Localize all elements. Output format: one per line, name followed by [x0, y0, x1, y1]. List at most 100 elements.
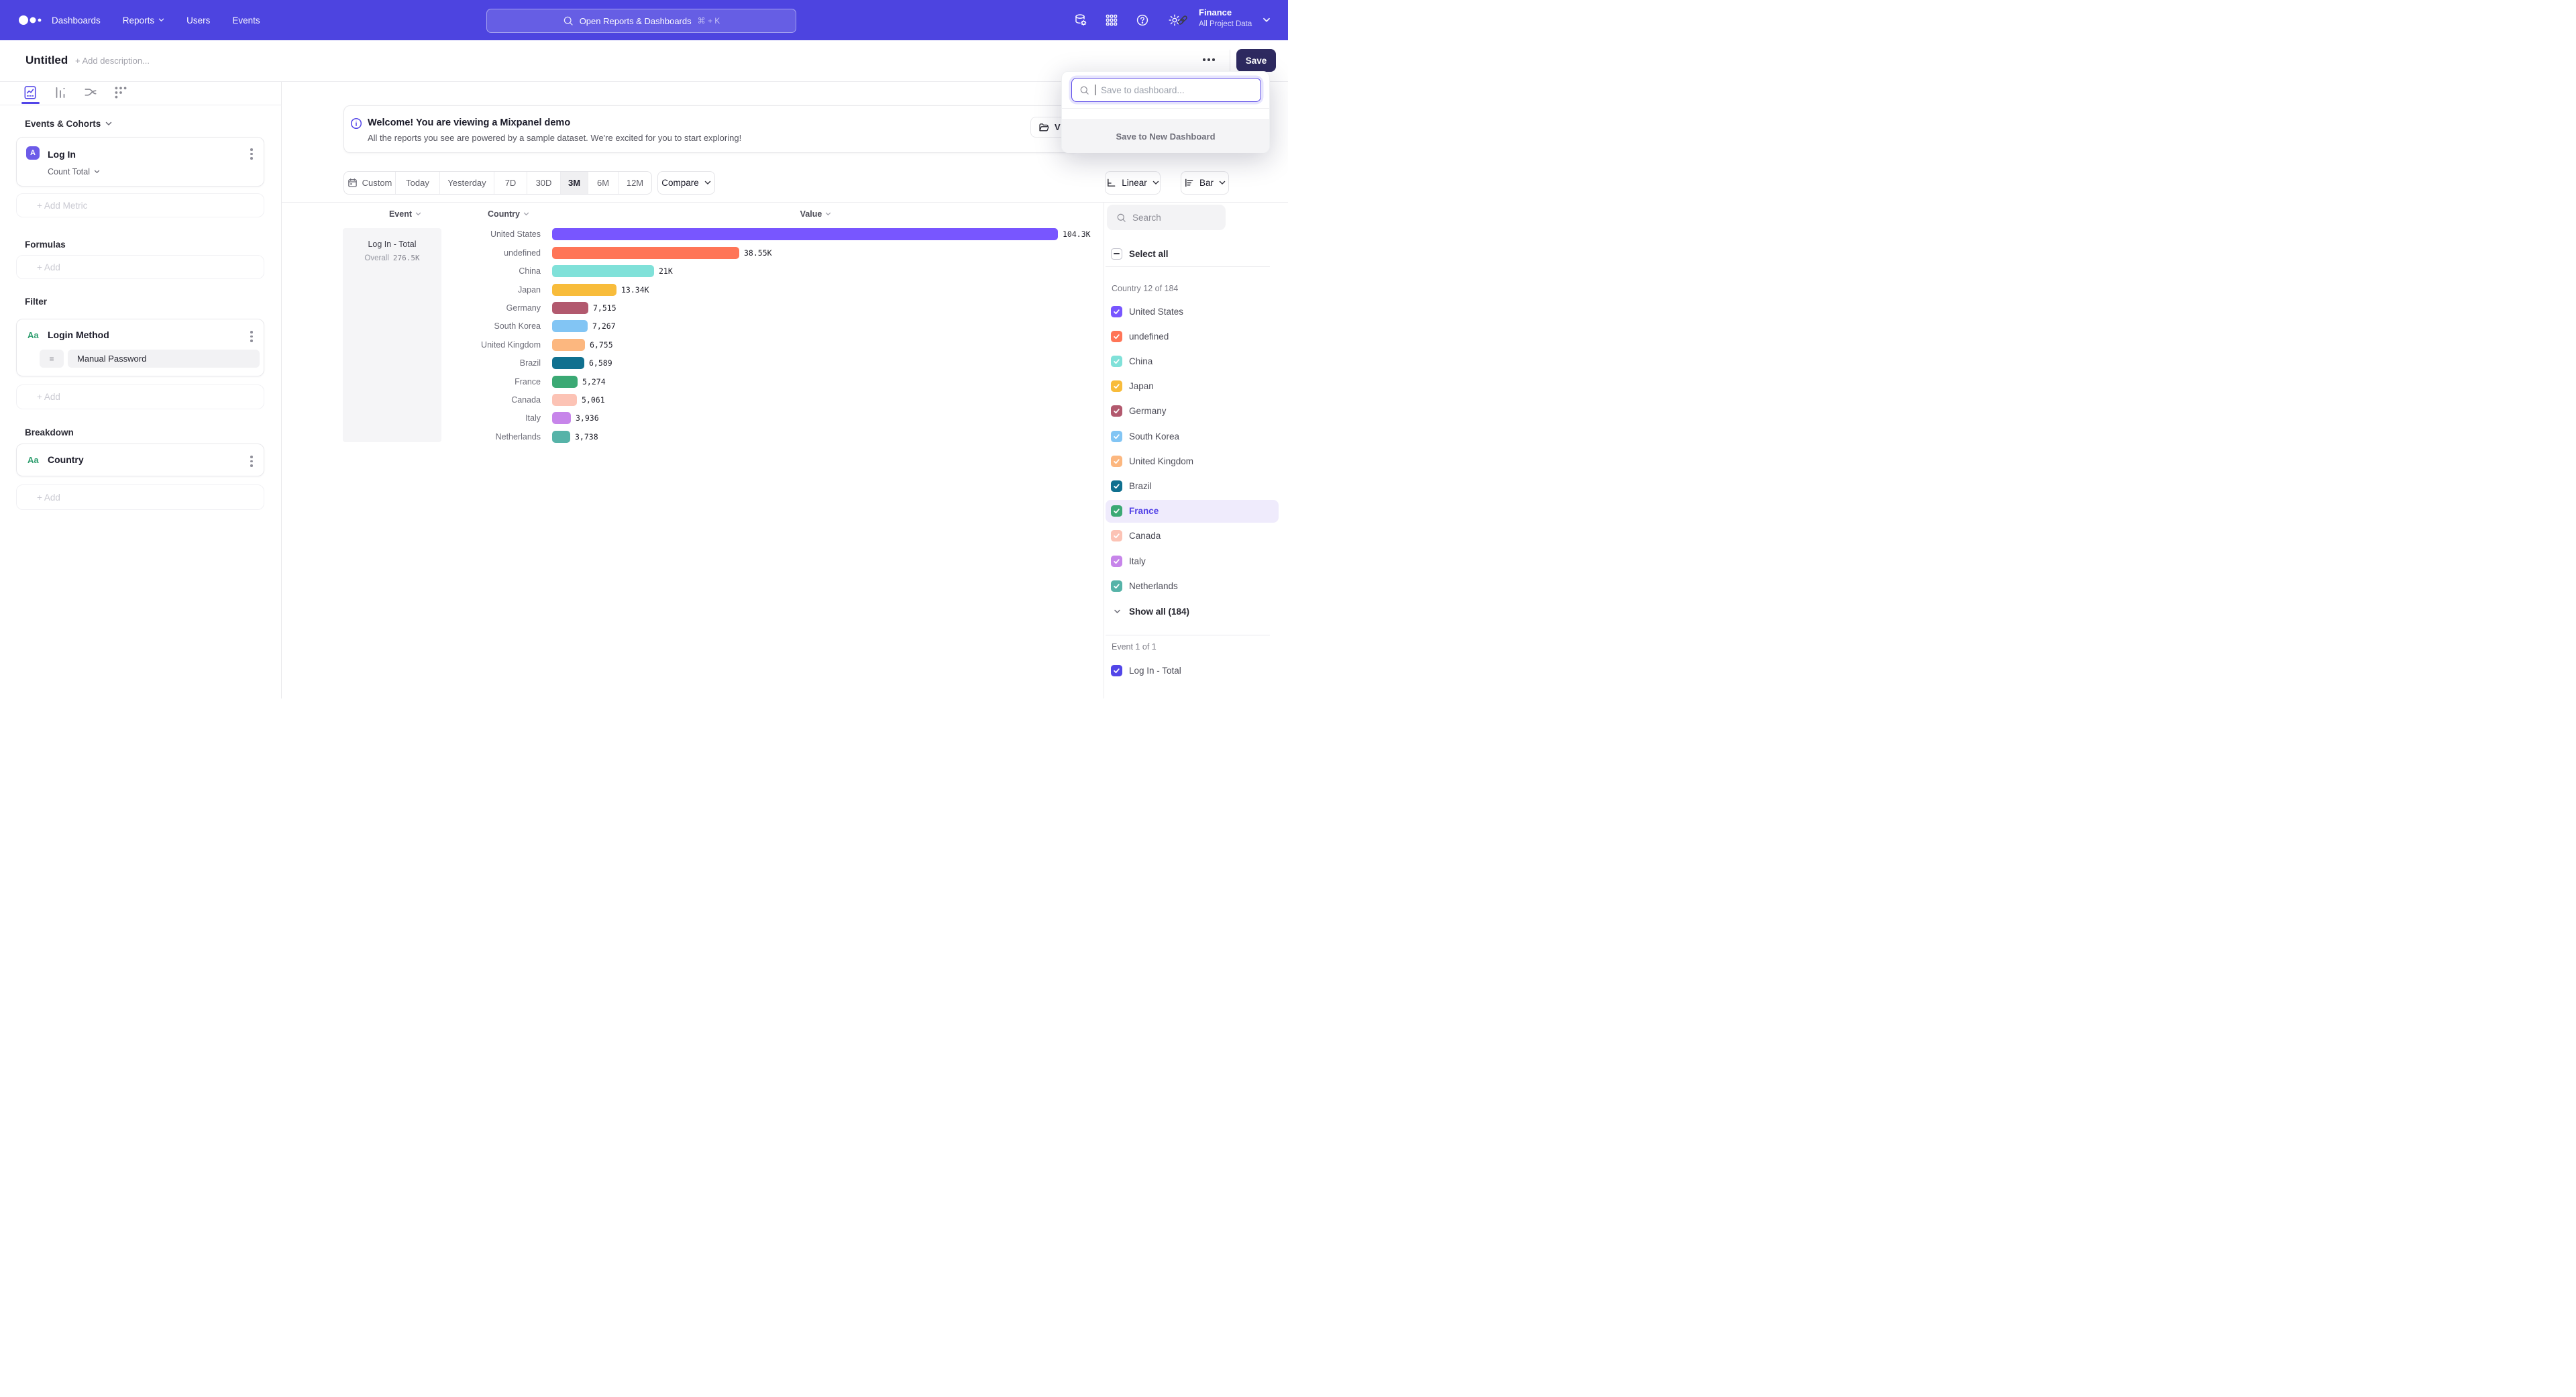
date-range-12m[interactable]: 12M — [619, 172, 651, 194]
date-range-3m[interactable]: 3M — [561, 172, 588, 194]
bar-undefined[interactable] — [552, 247, 739, 259]
country-filter-row-brazil[interactable]: Brazil — [1106, 474, 1279, 497]
country-filter-row-united-kingdom[interactable]: United Kingdom — [1106, 450, 1279, 472]
bar-south-korea[interactable] — [552, 320, 588, 332]
checkbox-checked[interactable] — [1111, 505, 1122, 517]
country-filter-row-italy[interactable]: Italy — [1106, 550, 1279, 572]
event-name[interactable]: Log In — [48, 149, 76, 160]
apps-grid-icon[interactable] — [1105, 13, 1118, 27]
date-range-yesterday[interactable]: Yesterday — [440, 172, 494, 194]
chart-row[interactable]: Japan 13.34K — [282, 280, 1104, 299]
country-filter-row-germany[interactable]: Germany — [1106, 400, 1279, 423]
checkbox-checked[interactable] — [1111, 306, 1122, 317]
chart-row[interactable]: Netherlands 3,738 — [282, 427, 1104, 446]
scale-selector-button[interactable]: Linear — [1105, 171, 1161, 195]
country-filter-row-china[interactable]: China — [1106, 350, 1279, 372]
breakdown-property-name[interactable]: Country — [48, 454, 84, 465]
chart-row[interactable]: China 21K — [282, 262, 1104, 280]
nav-item-users[interactable]: Users — [186, 15, 210, 25]
breakdown-card-country[interactable]: Aa Country — [16, 444, 264, 476]
report-description-placeholder[interactable]: + Add description... — [75, 56, 150, 66]
more-options-icon[interactable] — [1203, 58, 1215, 61]
country-filter-row-japan[interactable]: Japan — [1106, 375, 1279, 398]
bar-united-states[interactable] — [552, 228, 1058, 240]
tab-bar-report-icon[interactable] — [53, 85, 68, 100]
bar-france[interactable] — [552, 376, 578, 388]
bar-italy[interactable] — [552, 412, 571, 424]
bar-brazil[interactable] — [552, 357, 584, 369]
chart-row[interactable]: Brazil 6,589 — [282, 354, 1104, 372]
breakdown-options-icon[interactable] — [250, 456, 253, 467]
data-management-icon[interactable] — [1074, 13, 1087, 27]
save-button[interactable]: Save — [1236, 49, 1276, 72]
checkbox-checked[interactable] — [1111, 405, 1122, 417]
event-options-icon[interactable] — [250, 148, 253, 160]
chart-type-button[interactable]: Bar — [1181, 171, 1229, 195]
filter-property-name[interactable]: Login Method — [48, 329, 109, 340]
add-metric-button[interactable]: + Add Metric — [16, 193, 264, 217]
bar-canada[interactable] — [552, 394, 577, 406]
checkbox-checked[interactable] — [1111, 331, 1122, 342]
aggregation-selector[interactable]: Count Total — [48, 167, 100, 176]
bar-china[interactable] — [552, 265, 654, 277]
country-filter-row-undefined[interactable]: undefined — [1106, 325, 1279, 348]
chart-row[interactable]: United States 104.3K — [282, 225, 1104, 244]
checkbox-checked[interactable] — [1111, 556, 1122, 567]
nav-item-dashboards[interactable]: Dashboards — [52, 15, 101, 25]
filter-options-icon[interactable] — [250, 331, 253, 342]
add-breakdown-button[interactable]: + Add — [16, 484, 264, 510]
segment-search-input[interactable]: Search — [1107, 205, 1226, 230]
checkbox-checked[interactable] — [1111, 480, 1122, 492]
help-icon[interactable] — [1136, 13, 1149, 27]
copy-link-icon[interactable] — [1176, 13, 1189, 27]
country-filter-row-france[interactable]: France — [1106, 500, 1279, 523]
nav-item-events[interactable]: Events — [232, 15, 260, 25]
save-to-dashboard-input[interactable]: Save to dashboard... — [1071, 78, 1261, 102]
filter-card-login-method[interactable]: Aa Login Method = Manual Password — [16, 319, 264, 376]
column-header-value[interactable]: Value — [779, 209, 853, 219]
date-range-7d[interactable]: 7D — [494, 172, 527, 194]
chart-row[interactable]: Canada 5,061 — [282, 391, 1104, 409]
checkbox-checked[interactable] — [1111, 356, 1122, 367]
add-filter-button[interactable]: + Add — [16, 384, 264, 409]
save-to-new-dashboard-button[interactable]: Save to New Dashboard — [1062, 119, 1269, 153]
checkbox-checked[interactable] — [1111, 380, 1122, 392]
date-range-today[interactable]: Today — [396, 172, 440, 194]
date-range-30d[interactable]: 30D — [527, 172, 561, 194]
bar-germany[interactable] — [552, 302, 588, 314]
show-all-toggle[interactable]: Show all (184) — [1106, 600, 1279, 623]
project-switcher[interactable]: Finance All Project Data — [1199, 7, 1252, 30]
chart-row[interactable]: Germany 7,515 — [282, 299, 1104, 317]
event-card-log-in[interactable]: A Log In Count Total — [16, 137, 264, 187]
country-filter-row-united-states[interactable]: United States — [1106, 300, 1279, 323]
country-filter-row-netherlands[interactable]: Netherlands — [1106, 574, 1279, 597]
tab-flows-icon[interactable] — [83, 85, 98, 100]
tab-retention-icon[interactable] — [113, 85, 128, 100]
chart-row[interactable]: South Korea 7,267 — [282, 317, 1104, 335]
chart-row[interactable]: undefined 38.55K — [282, 244, 1104, 262]
select-all-row[interactable]: Select all — [1106, 242, 1279, 265]
tab-insights-icon[interactable] — [23, 85, 38, 100]
filter-operator[interactable]: = — [40, 350, 64, 368]
filter-value[interactable]: Manual Password — [68, 350, 260, 368]
mixpanel-logo-icon[interactable] — [17, 12, 47, 28]
checkbox-checked[interactable] — [1111, 456, 1122, 467]
events-cohorts-section-title[interactable]: Events & Cohorts — [25, 119, 112, 129]
event-filter-row-log-in-total[interactable]: Log In - Total — [1106, 659, 1279, 682]
checkbox-checked[interactable] — [1111, 431, 1122, 442]
chart-row[interactable]: France 5,274 — [282, 372, 1104, 391]
select-all-checkbox-indeterminate[interactable] — [1111, 248, 1122, 260]
checkbox-checked[interactable] — [1111, 580, 1122, 592]
country-filter-row-south-korea[interactable]: South Korea — [1106, 425, 1279, 448]
date-range-custom[interactable]: Custom — [344, 172, 396, 194]
country-filter-row-canada[interactable]: Canada — [1106, 525, 1279, 548]
bar-netherlands[interactable] — [552, 431, 570, 443]
nav-item-reports[interactable]: Reports — [123, 15, 164, 25]
date-range-6m[interactable]: 6M — [588, 172, 619, 194]
report-title[interactable]: Untitled — [25, 54, 68, 67]
add-formula-button[interactable]: + Add — [16, 255, 264, 279]
checkbox-checked[interactable] — [1111, 665, 1122, 676]
chart-row[interactable]: United Kingdom 6,755 — [282, 335, 1104, 354]
global-search-button[interactable]: Open Reports & Dashboards ⌘ + K — [486, 9, 796, 33]
chart-row[interactable]: Italy 3,936 — [282, 409, 1104, 427]
